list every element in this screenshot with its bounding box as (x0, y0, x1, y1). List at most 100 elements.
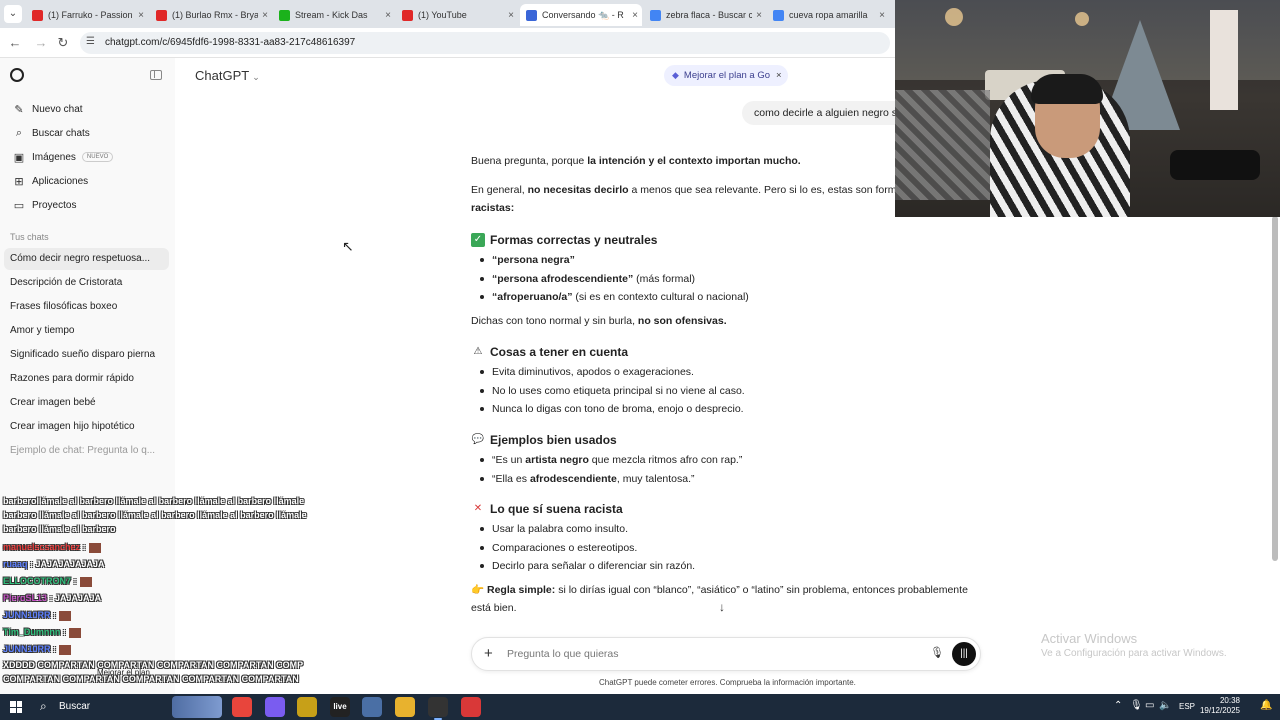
add-attachment-icon[interactable]: + (484, 645, 493, 662)
stream-chat-text: barberoIlámale al barbero llámale al bar… (3, 496, 305, 506)
voice-mode-icon[interactable]: ||| (952, 642, 976, 666)
chat-history-item[interactable]: Crear imagen bebé (4, 392, 169, 414)
model-selector[interactable]: ChatGPT ⌄ (195, 68, 260, 83)
chat-history-item[interactable]: Cómo decir negro respetuosa... (4, 248, 169, 270)
chat-history-item[interactable]: Significado sueño disparo pierna (4, 344, 169, 366)
list-item: Comparaciones o estereotipos. (471, 539, 695, 558)
browser-tab[interactable]: Stream - Kick Das × (273, 4, 395, 26)
clock-date: 19/12/2025 (1199, 706, 1240, 715)
notepad-icon[interactable] (362, 697, 382, 717)
sidebar-item-new-chat[interactable]: ✎ Nuevo chat (6, 98, 168, 120)
upgrade-plan-button[interactable]: ◆ Mejorar el plan a Go × (664, 65, 788, 86)
tray-chevron-icon[interactable]: ⌃ (1114, 700, 1122, 711)
stream-chat-line: barbero llámale al barbero llámale al ba… (3, 510, 307, 520)
list-item: “Es un artista negro que mezcla ritmos a… (471, 451, 742, 470)
address-bar[interactable]: ☰ chatgpt.com/c/6945fdf6-1998-8331-aa83-… (80, 32, 890, 54)
tab-close-icon[interactable]: × (504, 10, 518, 21)
browser-tab[interactable]: Conversando 🐀 - R × (520, 4, 642, 26)
sidebar-item-images[interactable]: ▣ Imágenes NUEVO (6, 146, 168, 168)
chat-history-item[interactable]: Ejemplo de chat: Pregunta lo q... (4, 440, 169, 462)
photo-wall (895, 90, 990, 200)
clock-time: 20:38 (1219, 696, 1240, 705)
stream-chat-username: ruaaq (3, 559, 28, 569)
windows-start-icon[interactable] (10, 701, 22, 713)
scroll-down-icon[interactable]: ↓ (719, 600, 725, 614)
chat-history-item[interactable]: Descripción de Cristorata (4, 272, 169, 294)
browser-tab[interactable]: (1) YouTube × (396, 4, 518, 26)
new-badge: NUEVO (81, 152, 114, 162)
stream-chat-line: JUNN10RR : (3, 644, 72, 655)
standing-figure (1210, 10, 1238, 110)
chat-history-item[interactable]: Razones para dormir rápido (4, 368, 169, 390)
browser-tab[interactable]: (1) Burlao Rmx - Brya × (150, 4, 272, 26)
message-composer[interactable]: + Pregunta lo que quieras 🎙 ||| (471, 637, 981, 671)
section-heading-text: Formas correctas y neutrales (490, 233, 658, 247)
obs-icon[interactable] (428, 697, 448, 720)
browser-tab[interactable]: (1) Farruko - Passion × (26, 4, 148, 26)
forward-arrow-icon[interactable]: → (32, 34, 50, 52)
language-indicator[interactable]: ESP (1179, 702, 1195, 711)
microphone-tray-icon[interactable]: 🎙 (1130, 700, 1143, 711)
notification-bell-icon[interactable]: 🔔 (1260, 700, 1272, 711)
chat-history-item[interactable]: Frases filosóficas boxeo (4, 296, 169, 318)
tab-close-icon[interactable]: × (752, 10, 766, 21)
browser-tab[interactable]: zebra flaca - Buscar c × (644, 4, 766, 26)
reload-icon[interactable]: ↻ (54, 34, 72, 52)
battery-icon[interactable]: ▭ (1145, 700, 1154, 711)
tab-search-chevron-icon[interactable]: ⌄ (4, 5, 22, 23)
sidebar-item-apps[interactable]: ⊞ Aplicaciones (6, 170, 168, 192)
stream-chat-text: : (53, 644, 57, 654)
copilot-icon[interactable] (265, 697, 285, 717)
tab-close-icon[interactable]: × (134, 10, 148, 21)
list-item: No lo uses como etiqueta principal si no… (471, 382, 745, 401)
folder-icon: ▭ (13, 199, 25, 212)
speech-bubble-icon: 💬 (471, 433, 485, 447)
chevron-down-icon: ⌄ (252, 72, 260, 82)
section-heading-text: Cosas a tener en cuenta (490, 345, 629, 359)
user-message-bubble: como decirle a alguien negro s (742, 101, 912, 125)
sidebar-item-search[interactable]: ⌕ Buscar chats (6, 122, 168, 144)
tab-title: Stream - Kick Das (295, 10, 368, 20)
tab-close-icon[interactable]: × (875, 10, 889, 21)
app-red-icon[interactable] (461, 697, 481, 717)
site-info-icon[interactable]: ☰ (86, 36, 95, 47)
bullet-list: “persona negra” “persona afrodescendiente… (471, 251, 749, 307)
clock[interactable]: 20:38 19/12/2025 (1198, 696, 1240, 716)
live-icon[interactable]: live (330, 697, 350, 717)
taskbar-search-label[interactable]: Buscar (59, 701, 90, 712)
stream-chat-username: manuelscsanchez (3, 542, 81, 552)
diamond-icon: ◆ (672, 70, 679, 80)
speaker-icon[interactable]: 🔈 (1159, 700, 1171, 711)
upgrade-plan-link[interactable]: Mejorar el plan (97, 668, 150, 677)
sidebar-item-label: Imágenes (32, 151, 76, 163)
weather-widget[interactable] (172, 696, 222, 718)
stream-chat-username: ELLOCOTRON7 (3, 576, 72, 586)
chat-history-item[interactable]: Amor y tiempo (4, 320, 169, 342)
composer-input[interactable]: Pregunta lo que quieras (507, 648, 619, 660)
sidebar-toggle-icon[interactable] (150, 70, 162, 80)
stream-chat-line: JUNN10RR : (3, 610, 72, 621)
browser-tab[interactable]: cueva ropa amarilla × (767, 4, 889, 26)
files-icon[interactable] (395, 697, 415, 717)
section-heading: 💬 Ejemplos bien usados (471, 431, 617, 449)
emote-icon (79, 576, 92, 587)
chat-history-item[interactable]: Crear imagen hijo hipotético (4, 416, 169, 438)
openai-logo-icon[interactable] (10, 68, 24, 82)
close-icon[interactable]: × (776, 70, 782, 81)
microphone-icon[interactable]: 🎙 (930, 646, 944, 662)
back-arrow-icon[interactable]: ← (6, 34, 24, 52)
app-yellow-icon[interactable] (297, 697, 317, 717)
tab-title: Conversando 🐀 - R (542, 9, 624, 20)
url-text[interactable]: chatgpt.com/c/6945fdf6-1998-8331-aa83-21… (105, 37, 355, 48)
stream-chat-text: : (53, 610, 57, 620)
search-icon[interactable]: ⌕ (40, 699, 47, 714)
kick-icon (279, 9, 290, 21)
tab-close-icon[interactable]: × (381, 10, 395, 21)
page-scrollbar[interactable] (1272, 216, 1278, 561)
sidebar-item-folder[interactable]: ▭ Proyectos (6, 194, 168, 216)
tab-close-icon[interactable]: × (258, 10, 272, 21)
answer-neutral-note: Dichas con tono normal y sin burla, no s… (471, 315, 727, 327)
list-item: Decirlo para señalar o diferenciar sin r… (471, 557, 695, 576)
tab-close-icon[interactable]: × (628, 10, 642, 21)
chrome-icon[interactable] (232, 697, 252, 717)
